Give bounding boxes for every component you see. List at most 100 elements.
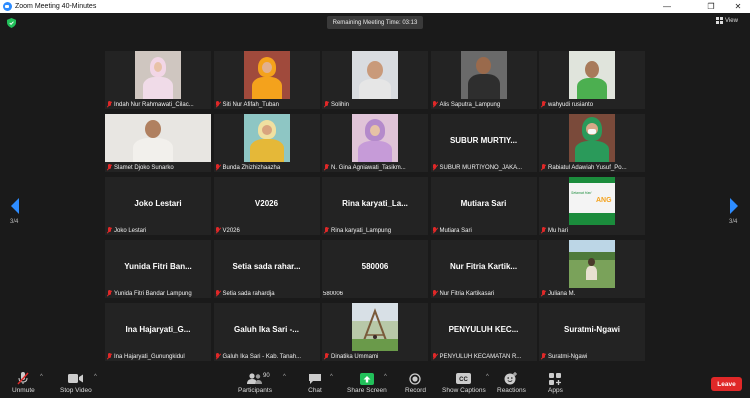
mic-muted-icon — [432, 227, 438, 234]
participant-tile[interactable]: Mutiara Sari Mutiara Sari — [430, 177, 537, 235]
view-button[interactable]: View — [716, 17, 738, 24]
participant-display-name: Nur Fitria Kartik... — [449, 262, 518, 271]
participant-tile[interactable]: N. Gina Agniawati_Tasikm... — [322, 114, 428, 172]
mic-muted-icon — [432, 290, 438, 297]
participant-tile[interactable]: Setia sada rahar... Setia sada rahardja — [213, 240, 320, 298]
participant-display-name: Mutiara Sari — [460, 199, 507, 208]
mic-muted-icon — [106, 164, 112, 171]
audio-options-chevron-icon[interactable]: ^ — [40, 374, 43, 380]
svg-text:CC: CC — [460, 377, 469, 383]
participant-name: Solihin — [323, 101, 351, 108]
participant-name: N. Gina Agniawati_Tasikm... — [323, 164, 408, 171]
participant-tile[interactable]: Selamat Hari ANG Mu hari — [539, 177, 645, 235]
participant-video — [352, 303, 398, 351]
participant-tile[interactable]: Dinatika Ummami — [322, 303, 428, 361]
show-captions-button[interactable]: CC Show Captions — [442, 372, 486, 394]
participant-name: Joko Lestari — [106, 227, 148, 234]
participant-tile[interactable]: Bunda Zhizhizhaazha — [213, 114, 320, 172]
participant-tile[interactable]: PENYULUH KEC... PENYULUH KECAMATAN R... — [430, 303, 537, 361]
stop-video-button[interactable]: Stop Video — [60, 372, 92, 394]
zoom-app-icon — [3, 2, 12, 11]
participant-name: Dinatika Ummami — [323, 353, 380, 360]
participant-tile[interactable]: Galuh Ika Sari -... Galuh Ika Sari - Kab… — [213, 303, 320, 361]
participant-display-name: Rina karyati_La... — [342, 199, 408, 208]
participant-display-name: Yunida Fitri Ban... — [124, 262, 192, 271]
mic-muted-icon — [432, 101, 438, 108]
video-camera-icon — [67, 372, 84, 385]
mic-muted-icon — [323, 353, 329, 360]
chevron-right-icon — [730, 198, 738, 214]
chat-button[interactable]: Chat — [308, 372, 322, 394]
security-shield-icon[interactable] — [7, 18, 16, 28]
participant-video — [352, 114, 398, 162]
participant-tile[interactable]: Joko Lestari Joko Lestari — [105, 177, 211, 235]
participant-tile[interactable]: Rabiatul Adawiah Yusuf_Po... — [539, 114, 645, 172]
participant-tile[interactable]: Rina karyati_La... Rina karyati_Lampung — [322, 177, 428, 235]
participant-name: Galuh Ika Sari - Kab. Tanah... — [215, 353, 304, 360]
participant-tile[interactable]: Juliana M. — [539, 240, 645, 298]
unmute-button[interactable]: Unmute — [12, 372, 35, 394]
participant-video — [135, 51, 181, 99]
participant-tile[interactable]: Slamet Djoko Sunarko — [105, 114, 211, 172]
participant-video — [569, 51, 615, 99]
participant-tile[interactable]: Siti Nur Afifah_Tuban — [213, 51, 320, 109]
smiley-plus-icon — [504, 372, 518, 385]
chat-options-chevron-icon[interactable]: ^ — [330, 374, 333, 380]
participant-display-name: Setia sada rahar... — [232, 262, 301, 271]
mic-muted-icon — [215, 227, 221, 234]
participants-count: 90 — [263, 373, 270, 379]
participant-tile[interactable]: Alis Saputra_Lampung — [430, 51, 537, 109]
participant-name: SUBUR MURTIYONO_JAKA... — [432, 164, 525, 171]
participant-name: 580006 — [323, 291, 344, 297]
video-options-chevron-icon[interactable]: ^ — [94, 374, 97, 380]
participant-tile[interactable]: Ina Hajaryati_G... Ina Hajaryati_Gunungk… — [105, 303, 211, 361]
participant-tile[interactable]: Nur Fitria Kartik... Nur Fitria Kartikas… — [430, 240, 537, 298]
remaining-time-badge: Remaining Meeting Time: 03:13 — [327, 16, 423, 29]
leave-button[interactable]: Leave — [711, 377, 742, 391]
grid-view-icon — [716, 17, 723, 24]
mic-muted-icon — [323, 227, 329, 234]
participant-video — [105, 114, 211, 162]
share-screen-icon — [359, 372, 374, 385]
participant-display-name: PENYULUH KEC... — [448, 325, 519, 334]
participant-display-name: Joko Lestari — [134, 199, 182, 208]
captions-icon: CC — [456, 372, 472, 385]
participants-options-chevron-icon[interactable]: ^ — [283, 374, 286, 380]
participants-icon — [246, 372, 264, 385]
participant-tile[interactable]: 580006 580006 — [322, 240, 428, 298]
captions-options-chevron-icon[interactable]: ^ — [486, 374, 489, 380]
participant-name: Slamet Djoko Sunarko — [106, 164, 176, 171]
reactions-button[interactable]: Reactions — [497, 372, 526, 394]
record-button[interactable]: Record — [405, 372, 426, 394]
next-page-button[interactable] — [727, 196, 741, 216]
apps-button[interactable]: Apps — [548, 372, 563, 394]
participant-display-name: Galuh Ika Sari -... — [234, 325, 299, 334]
share-screen-button[interactable]: Share Screen — [347, 372, 387, 394]
mic-muted-icon — [106, 227, 112, 234]
participant-tile[interactable]: Yunida Fitri Ban... Yunida Fitri Bandar … — [105, 240, 211, 298]
share-options-chevron-icon[interactable]: ^ — [384, 374, 387, 380]
participant-tile[interactable]: V2026 V2026 — [213, 177, 320, 235]
apps-grid-icon — [549, 372, 562, 385]
window-title: Zoom Meeting 40-Minutes — [15, 3, 97, 10]
participant-name: Rina karyati_Lampung — [323, 227, 393, 234]
participant-video — [243, 114, 290, 162]
restore-icon[interactable]: ❐ — [699, 0, 723, 13]
participant-video — [569, 114, 615, 162]
mic-muted-icon — [540, 290, 546, 297]
mic-off-icon — [16, 372, 30, 385]
participant-name: Bunda Zhizhizhaazha — [215, 164, 283, 171]
close-icon[interactable]: ✕ — [726, 0, 750, 13]
participant-tile[interactable]: wahyudi rusianto — [539, 51, 645, 109]
participant-video — [569, 240, 615, 288]
page-indicator-right: 3/4 — [729, 219, 738, 225]
participant-tile[interactable]: Indah Nur Rahmawati_Cilac... — [105, 51, 211, 109]
participant-tile[interactable]: Solihin — [322, 51, 428, 109]
participant-name: Mu hari — [540, 227, 570, 234]
participant-gallery: Indah Nur Rahmawati_Cilac... Siti Nur Af… — [105, 51, 645, 361]
participant-display-name: V2026 — [254, 199, 279, 208]
participant-tile[interactable]: SUBUR MURTIY... SUBUR MURTIYONO_JAKA... — [430, 114, 537, 172]
participant-tile[interactable]: Suratmi-Ngawi Suratmi-Ngawi — [539, 303, 645, 361]
prev-page-button[interactable] — [8, 196, 22, 216]
minimize-icon[interactable]: — — [655, 0, 679, 13]
